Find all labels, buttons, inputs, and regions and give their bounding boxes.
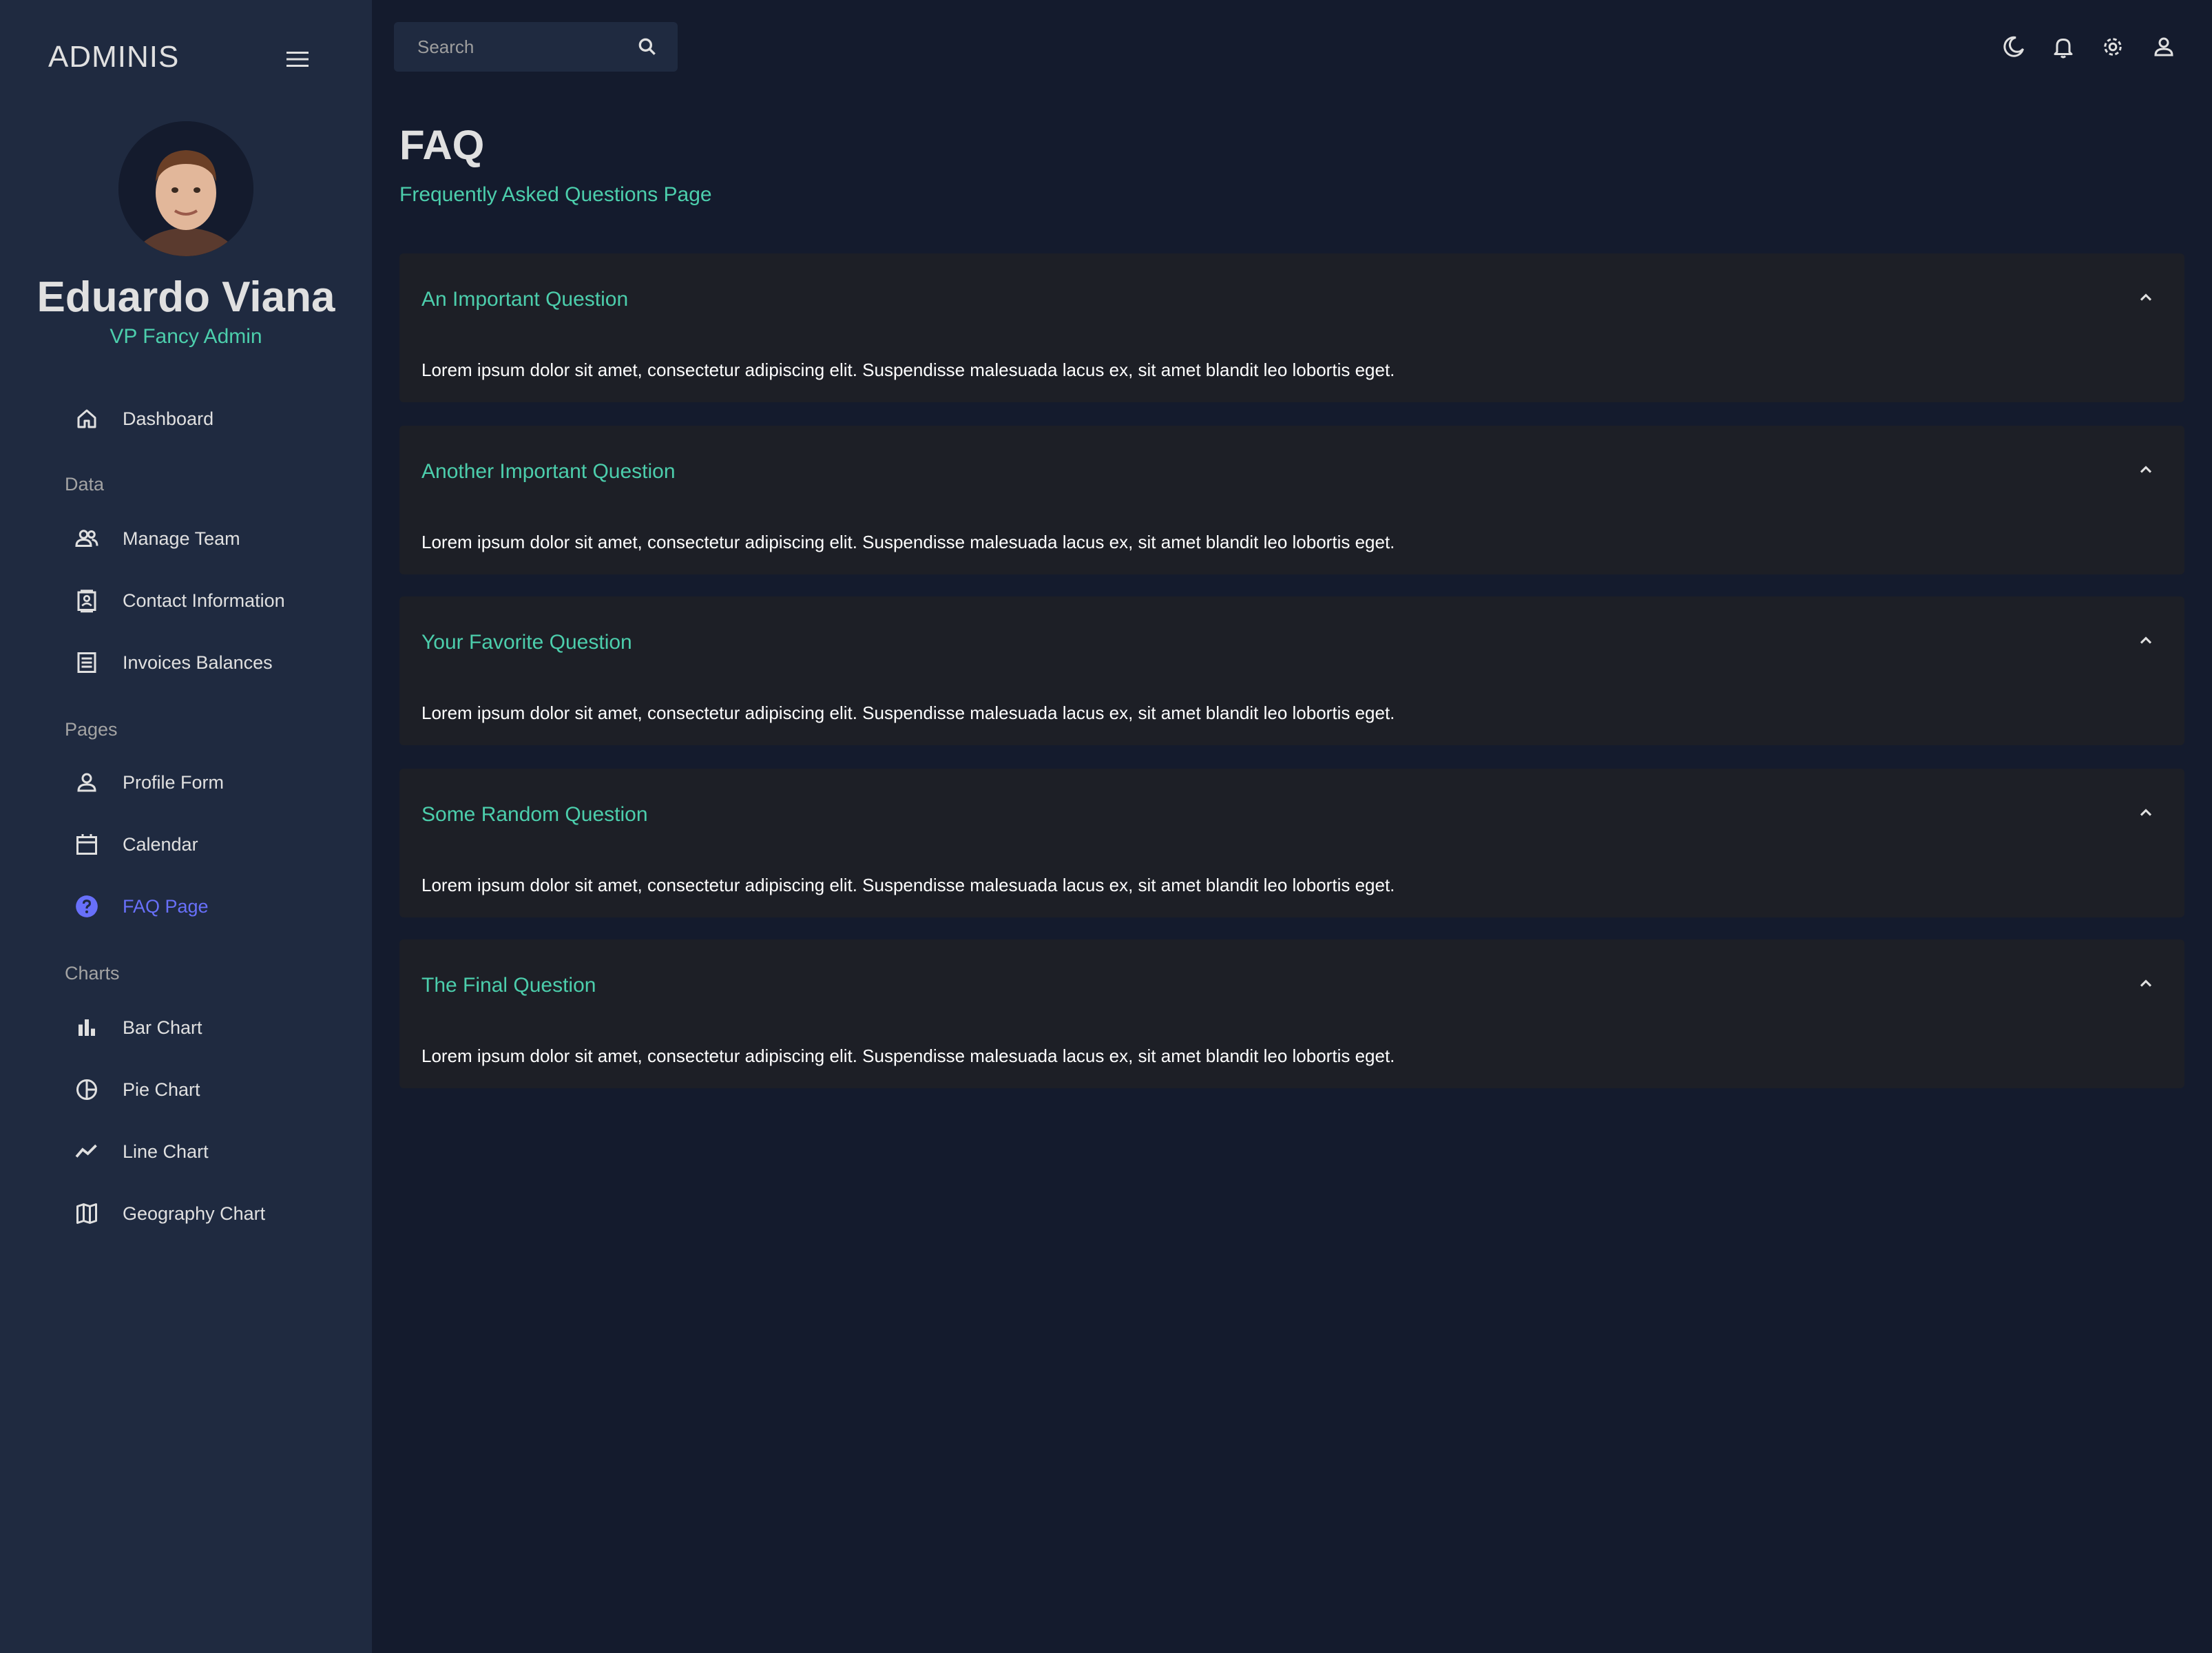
sidebar-item-label: Manage Team <box>123 528 240 549</box>
faq-question-toggle[interactable]: Your Favorite Question <box>399 596 2184 682</box>
settings-button[interactable] <box>2096 30 2129 63</box>
search-input[interactable] <box>416 35 625 59</box>
faq-question-toggle[interactable]: The Final Question <box>399 939 2184 1025</box>
search-icon <box>638 38 656 55</box>
receipt-icon <box>67 643 106 682</box>
sidebar-item-label: FAQ Page <box>123 895 209 917</box>
user-role: VP Fancy Admin <box>109 325 262 348</box>
faq-answer: Lorem ipsum dolor sit amet, consectetur … <box>421 532 1395 552</box>
bar-chart-icon <box>67 1008 106 1047</box>
sidebar: ADMINIS Eduardo Viana VP Fancy Admin Das… <box>0 0 372 1653</box>
faq-answer: Lorem ipsum dolor sit amet, consectetur … <box>421 875 1395 895</box>
avatar-portrait-icon <box>118 121 253 256</box>
faq-question: An Important Question <box>421 288 629 311</box>
faq-question-toggle[interactable]: An Important Question <box>399 253 2184 339</box>
contacts-icon <box>67 581 106 620</box>
sidebar-item-manage-team[interactable]: Manage Team <box>62 512 351 565</box>
people-icon <box>67 519 106 558</box>
sidebar-item-profile-form[interactable]: Profile Form <box>62 756 351 809</box>
page-title: FAQ <box>399 122 485 168</box>
chevron-up-icon <box>2129 453 2162 486</box>
help-icon <box>67 887 106 926</box>
faq-question: Your Favorite Question <box>421 631 632 654</box>
chevron-up-icon <box>2129 967 2162 1000</box>
sidebar-item-label: Dashboard <box>123 408 214 429</box>
faq-question: Some Random Question <box>421 803 648 826</box>
avatar <box>118 121 253 256</box>
faq-answer: Lorem ipsum dolor sit amet, consectetur … <box>421 360 1395 380</box>
search-button[interactable] <box>631 30 664 63</box>
sidebar-item-faq-page[interactable]: FAQ Page <box>62 880 351 933</box>
search-bar <box>394 22 678 72</box>
faq-question-toggle[interactable]: Another Important Question <box>399 426 2184 511</box>
faq-answer: Lorem ipsum dolor sit amet, consectetur … <box>421 1046 1395 1066</box>
section-label-charts: Charts <box>65 963 120 984</box>
sidebar-item-bar-chart[interactable]: Bar Chart <box>62 1001 351 1054</box>
faq-question: Another Important Question <box>421 460 676 483</box>
sidebar-item-label: Calendar <box>123 833 198 855</box>
page-subtitle: Frequently Asked Questions Page <box>399 183 712 206</box>
faq-question-toggle[interactable]: Some Random Question <box>399 769 2184 854</box>
sidebar-item-label: Geography Chart <box>123 1203 266 1224</box>
settings-icon <box>2104 38 2122 56</box>
dark-mode-toggle-button[interactable] <box>1997 30 2030 63</box>
pie-chart-icon <box>67 1070 106 1109</box>
sidebar-item-label: Bar Chart <box>123 1017 202 1038</box>
faq-answer: Lorem ipsum dolor sit amet, consectetur … <box>421 703 1395 723</box>
sidebar-item-label: Contact Information <box>123 590 285 611</box>
sidebar-item-label: Pie Chart <box>123 1079 200 1100</box>
faq-item: Your Favorite Question Lorem ipsum dolor… <box>399 596 2184 745</box>
sidebar-item-label: Profile Form <box>123 771 225 793</box>
profile-button[interactable] <box>2147 30 2180 63</box>
chevron-up-icon <box>2129 281 2162 314</box>
home-icon <box>67 399 106 438</box>
sidebar-item-pie-chart[interactable]: Pie Chart <box>62 1063 351 1116</box>
faq-item: Another Important Question Lorem ipsum d… <box>399 426 2184 574</box>
chevron-up-icon <box>2129 624 2162 657</box>
faq-item: Some Random Question Lorem ipsum dolor s… <box>399 769 2184 917</box>
map-icon <box>67 1194 106 1233</box>
brand-logo: ADMINIS <box>48 40 180 74</box>
person-icon <box>67 763 106 802</box>
notifications-icon <box>2054 39 2073 59</box>
notifications-button[interactable] <box>2047 30 2080 63</box>
sidebar-item-dashboard[interactable]: Dashboard <box>62 393 351 445</box>
faq-item: An Important Question Lorem ipsum dolor … <box>399 253 2184 402</box>
section-label-pages: Pages <box>65 719 118 740</box>
user-name: Eduardo Viana <box>36 273 335 321</box>
dark-mode-icon <box>2003 36 2024 57</box>
chevron-up-icon <box>2129 796 2162 829</box>
sidebar-item-line-chart[interactable]: Line Chart <box>62 1125 351 1178</box>
faq-item: The Final Question Lorem ipsum dolor sit… <box>399 939 2184 1088</box>
sidebar-item-geography-chart[interactable]: Geography Chart <box>62 1187 351 1240</box>
profile-icon <box>2154 37 2173 56</box>
line-chart-icon <box>67 1132 106 1171</box>
sidebar-item-calendar[interactable]: Calendar <box>62 818 351 871</box>
sidebar-item-label: Invoices Balances <box>123 652 273 673</box>
sidebar-item-contact-information[interactable]: Contact Information <box>62 574 351 627</box>
menu-icon <box>286 52 309 67</box>
faq-question: The Final Question <box>421 974 596 997</box>
calendar-icon <box>67 825 106 864</box>
sidebar-item-label: Line Chart <box>123 1141 209 1162</box>
section-label-data: Data <box>65 474 105 495</box>
sidebar-item-invoices-balances[interactable]: Invoices Balances <box>62 636 351 689</box>
menu-toggle-button[interactable] <box>275 43 320 76</box>
